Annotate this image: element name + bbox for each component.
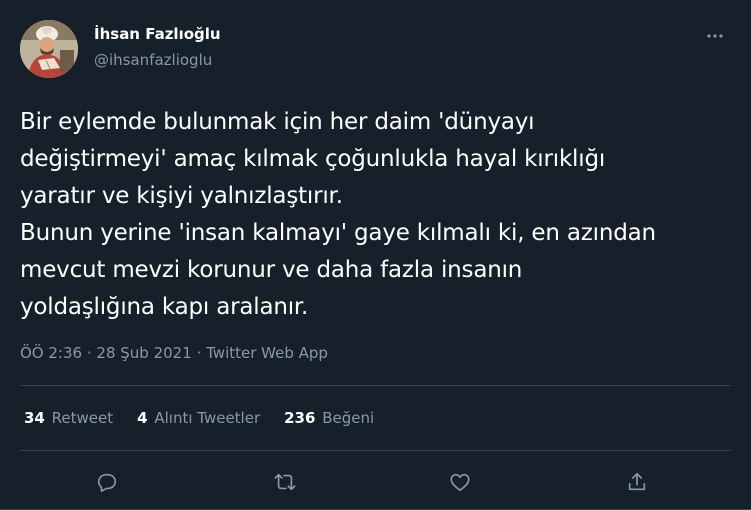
retweets-stat[interactable]: 34 Retweet	[24, 409, 113, 427]
tweet-time-link[interactable]: ÖÖ 2:36	[20, 344, 82, 362]
tweet-text-line: yoldaşlığına kapı aralanır.	[20, 294, 309, 320]
author-display-name[interactable]: İhsan Fazlıoğlu	[94, 25, 221, 43]
more-options-button[interactable]	[698, 26, 732, 46]
avatar[interactable]	[20, 20, 78, 78]
quotes-stat[interactable]: 4 Alıntı Tweetler	[137, 409, 260, 427]
tweet-text: Bir eylemde bulunmak için her daim 'düny…	[20, 104, 740, 326]
reply-button[interactable]	[91, 466, 123, 498]
meta-separator: ·	[86, 344, 92, 362]
more-dots-icon	[707, 34, 723, 38]
retweets-label: Retweet	[51, 409, 114, 427]
tweet-source-link[interactable]: Twitter Web App	[206, 344, 328, 362]
tweet-text-line: Bunun yerine 'insan kalmayı' gaye kılmal…	[20, 220, 656, 246]
share-icon	[628, 472, 646, 491]
tweet-meta: ÖÖ 2:36 · 28 Şub 2021 · Twitter Web App	[20, 344, 328, 362]
retweet-icon	[274, 473, 296, 491]
likes-count: 236	[284, 409, 316, 427]
author-handle[interactable]: @ihsanfazlioglu	[94, 51, 212, 69]
like-icon	[450, 473, 470, 492]
meta-separator: ·	[196, 344, 202, 362]
tweet-text-line: mevcut mevzi korunur ve daha fazla insan…	[20, 257, 523, 283]
tweet-stats: 34 Retweet 4 Alıntı Tweetler 236 Beğeni	[24, 409, 374, 427]
tweet-text-line: değiştirmeyi' amaç kılmak çoğunlukla hay…	[20, 146, 606, 172]
like-button[interactable]	[444, 466, 476, 498]
quotes-count: 4	[137, 409, 148, 427]
divider	[20, 450, 731, 451]
retweets-count: 34	[24, 409, 45, 427]
portrait-avatar-icon	[20, 20, 78, 78]
retweet-button[interactable]	[269, 466, 301, 498]
reply-icon	[97, 473, 117, 492]
tweet-text-line: Bir eylemde bulunmak için her daim 'düny…	[20, 109, 535, 135]
tweet-actions	[0, 466, 751, 498]
tweet-text-line: yaratır ve kişiyi yalnızlaştırır.	[20, 183, 343, 209]
tweet-card: İhsan Fazlıoğlu @ihsanfazlioglu Bir eyle…	[0, 0, 751, 510]
likes-stat[interactable]: 236 Beğeni	[284, 409, 374, 427]
divider	[20, 385, 731, 386]
tweet-date-link[interactable]: 28 Şub 2021	[96, 344, 191, 362]
likes-label: Beğeni	[322, 409, 375, 427]
quotes-label: Alıntı Tweetler	[154, 409, 261, 427]
share-button[interactable]	[621, 466, 653, 498]
